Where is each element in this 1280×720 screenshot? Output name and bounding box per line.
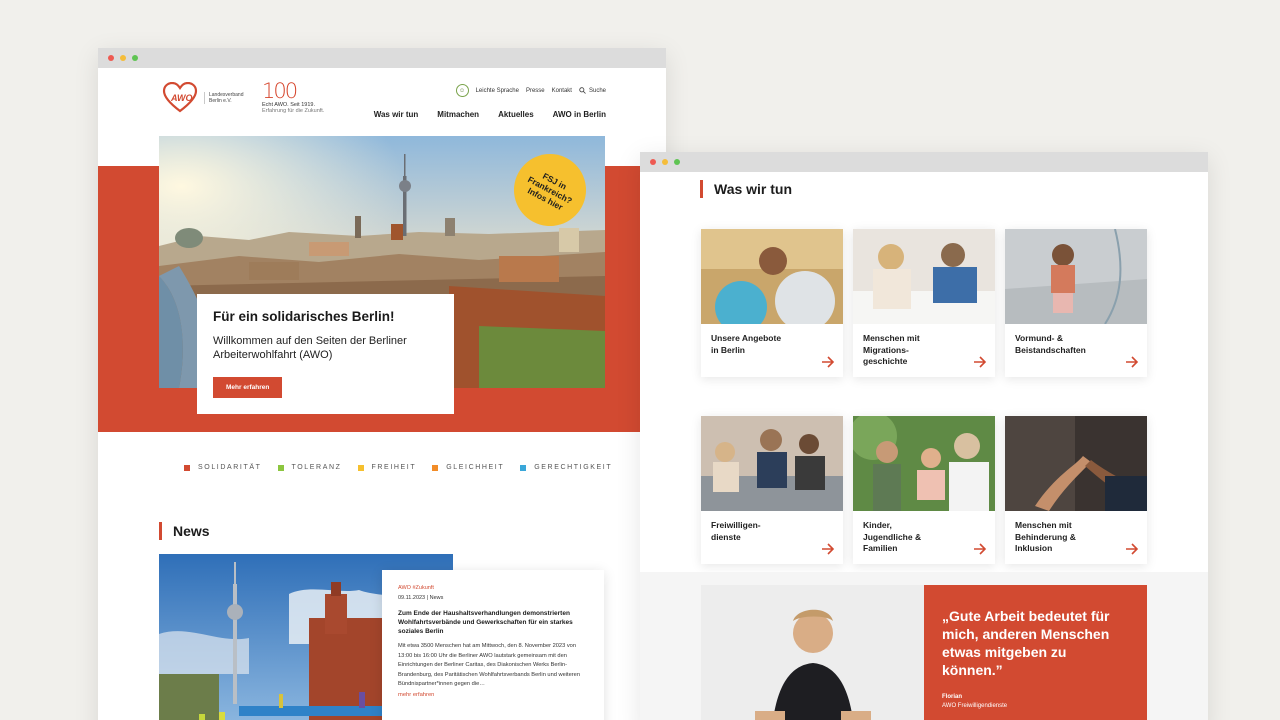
hero-title: Für ein solidarisches Berlin! — [213, 309, 395, 324]
tile-label: Menschen mit Behinderung & Inklusion — [1015, 520, 1076, 553]
values-list: SOLIDARITÄT TOLERANZ FREIHEIT GLEICHHEIT… — [184, 464, 612, 471]
news-more-link[interactable]: mehr erfahren — [398, 692, 588, 698]
close-dot-icon[interactable] — [650, 159, 656, 165]
tile-image — [1005, 229, 1147, 324]
square-marker-icon — [357, 464, 364, 471]
news-title[interactable]: Zum Ende der Haushaltsverhandlungen demo… — [398, 609, 588, 636]
logo-subtitle-line2: Berlin e.V. — [209, 98, 232, 104]
news-category[interactable]: AWO #Zukunft — [398, 585, 588, 591]
value-item: TOLERANZ — [277, 464, 342, 471]
arrow-right-icon[interactable] — [821, 542, 835, 556]
tile-unsere-angebote[interactable]: Unsere Angebote in Berlin — [701, 229, 843, 377]
tile-image — [701, 416, 843, 511]
quote-author-name: Florian — [942, 694, 963, 700]
tile-image — [853, 416, 995, 511]
main-navigation: Was wir tun Mitmachen Aktuelles AWO in B… — [374, 110, 606, 119]
search-label: Suche — [588, 87, 606, 94]
news-excerpt: Mit etwa 3500 Menschen hat am Mittwoch, … — [398, 643, 580, 687]
logo-subtitle: Landesverband Berlin e.V. — [204, 92, 243, 104]
window-titlebar — [98, 48, 666, 68]
easy-language-icon[interactable]: ☺ — [455, 84, 469, 97]
minimize-dot-icon[interactable] — [662, 159, 668, 165]
arrow-right-icon[interactable] — [1125, 355, 1139, 369]
tile-behinderung-inklusion[interactable]: Menschen mit Behinderung & Inklusion — [1005, 416, 1147, 564]
tile-migrationsgeschichte[interactable]: Menschen mit Migrations- geschichte — [853, 229, 995, 377]
press-link[interactable]: Presse — [526, 88, 545, 94]
browser-window-home: AWO Landesverband Berlin e.V. 100 Echt A… — [98, 48, 666, 720]
anniversary-number: 100 — [262, 79, 298, 103]
anniversary-logo: 100 Echt AWO. Seit 1919. Erfahrung für d… — [262, 80, 324, 114]
value-item: GERECHTIGKEIT — [520, 464, 612, 471]
square-marker-icon — [432, 464, 439, 471]
browser-window-was-wir-tun: Was wir tun Unsere Angebote in Berlin Me… — [640, 152, 1208, 720]
arrow-right-icon[interactable] — [973, 355, 987, 369]
search-link[interactable]: Suche — [579, 87, 606, 94]
tile-label: Kinder, Jugendliche & Familien — [863, 520, 922, 553]
square-marker-icon — [520, 464, 527, 471]
tile-image — [701, 229, 843, 324]
value-item: SOLIDARITÄT — [184, 464, 262, 471]
nav-mitmachen[interactable]: Mitmachen — [437, 110, 479, 119]
was-wir-tun-heading: Was wir tun — [700, 180, 792, 198]
value-label: GERECHTIGKEIT — [534, 464, 613, 471]
value-label: TOLERANZ — [291, 464, 342, 471]
maximize-dot-icon[interactable] — [674, 159, 680, 165]
quote-box: „Gute Arbeit bedeutet für mich, anderen … — [924, 585, 1147, 720]
heart-logo-icon: AWO — [162, 81, 198, 114]
value-item: GLEICHHEIT — [432, 464, 504, 471]
easy-language-link[interactable]: Leichte Sprache — [476, 88, 519, 94]
window-titlebar — [640, 152, 1208, 172]
tile-label: Freiwilligen- dienste — [711, 520, 761, 542]
quote-author-role: AWO Freiwilligendienste — [942, 703, 1008, 709]
quote-portrait-image — [701, 585, 925, 720]
value-label: SOLIDARITÄT — [198, 464, 262, 471]
tile-label: Menschen mit Migrations- geschichte — [863, 333, 920, 366]
arrow-right-icon[interactable] — [973, 542, 987, 556]
hero-text: Willkommen auf den Seiten der Berliner A… — [213, 335, 407, 361]
square-marker-icon — [184, 464, 190, 471]
tile-image — [853, 229, 995, 324]
value-label: GLEICHHEIT — [446, 464, 505, 471]
tile-vormundschaften[interactable]: Vormund- & Beistandschaften — [1005, 229, 1147, 377]
meta-navigation: ☺ Leichte Sprache Presse Kontakt Suche — [455, 84, 606, 97]
nav-awo-in-berlin[interactable]: AWO in Berlin — [553, 110, 606, 119]
value-item: FREIHEIT — [357, 464, 417, 471]
value-label: FREIHEIT — [371, 464, 417, 471]
mehr-erfahren-button[interactable]: Mehr erfahren — [213, 377, 283, 398]
tile-freiwilligendienste[interactable]: Freiwilligen- dienste — [701, 416, 843, 564]
tile-image — [1005, 416, 1147, 511]
tile-label: Unsere Angebote in Berlin — [711, 333, 782, 355]
contact-link[interactable]: Kontakt — [552, 88, 572, 94]
anniversary-line2: Erfahrung für die Zukunft. — [262, 108, 325, 114]
arrow-right-icon[interactable] — [1125, 542, 1139, 556]
quote-text: „Gute Arbeit bedeutet für mich, anderen … — [942, 608, 1110, 678]
logo-brand: AWO — [171, 93, 193, 103]
close-dot-icon[interactable] — [108, 55, 114, 61]
nav-aktuelles[interactable]: Aktuelles — [498, 110, 534, 119]
maximize-dot-icon[interactable] — [132, 55, 138, 61]
square-marker-icon — [277, 464, 284, 471]
nav-was-wir-tun[interactable]: Was wir tun — [374, 110, 419, 119]
arrow-right-icon[interactable] — [821, 355, 835, 369]
news-heading: News — [159, 522, 210, 540]
search-icon — [579, 87, 586, 94]
news-date: 09.11.2023 | News — [398, 595, 444, 601]
news-card[interactable]: AWO #Zukunft 09.11.2023 | News Zum Ende … — [382, 570, 604, 720]
awo-logo[interactable]: AWO Landesverband Berlin e.V. — [162, 81, 243, 114]
tile-label: Vormund- & Beistandschaften — [1015, 333, 1086, 355]
minimize-dot-icon[interactable] — [120, 55, 126, 61]
hero-card: Für ein solidarisches Berlin! Willkommen… — [197, 294, 454, 414]
tile-kinder-familien[interactable]: Kinder, Jugendliche & Familien — [853, 416, 995, 564]
